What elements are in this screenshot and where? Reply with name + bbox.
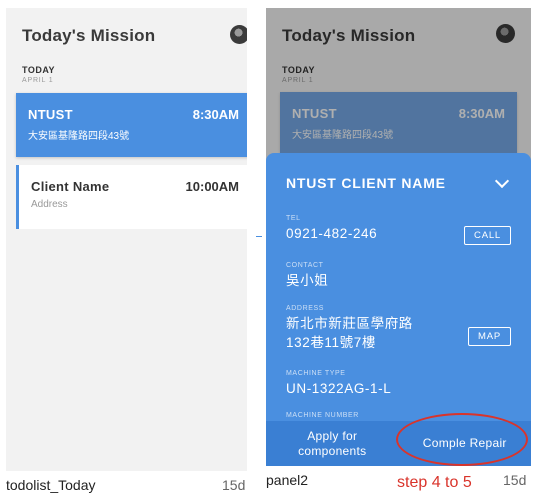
machine-type-label: MACHINE TYPE (286, 370, 346, 377)
flow-connector (256, 236, 262, 237)
machine-type-value: UN-1322AG-1-L (286, 381, 392, 396)
step-annotation: step 4 to 5 (397, 474, 472, 491)
apply-label-line2: components (298, 443, 367, 458)
contact-value: 吳小姐 (286, 273, 329, 288)
screen-age-left: 15d (222, 477, 246, 493)
highlight-ellipse (396, 413, 528, 466)
panel-title: NTUST CLIENT NAME (286, 175, 446, 191)
address-label: ADDRESS (286, 305, 325, 312)
mission-client-name: NTUST (28, 107, 73, 122)
screen-age-right: 15d (503, 472, 527, 488)
mission-card-ntust[interactable]: NTUST 8:30AM 大安區基隆路四段43號 (16, 93, 247, 157)
panel-header[interactable]: NTUST CLIENT NAME (286, 173, 511, 191)
mission-address: 大安區基隆路四段43號 (28, 131, 130, 142)
tel-label: TEL (286, 215, 301, 222)
call-button[interactable]: CALL (464, 226, 511, 245)
page-title: Today's Mission (22, 26, 156, 45)
mission-address: Address (31, 199, 68, 210)
avatar[interactable] (230, 25, 247, 44)
mission-time: 8:30AM (192, 107, 239, 122)
machine-type-field: MACHINE TYPE UN-1322AG-1-L (286, 370, 511, 398)
date-label: APRIL 1 (22, 77, 54, 84)
todolist-today-screen: Today's Mission TODAY APRIL 1 NTUST 8:30… (6, 8, 247, 471)
map-button[interactable]: MAP (468, 327, 511, 346)
contact-label: CONTACT (286, 262, 324, 269)
mission-time: 10:00AM (185, 179, 239, 194)
apply-label-line1: Apply for (307, 428, 358, 443)
screen-caption-right: panel2 (266, 472, 309, 488)
apply-components-button[interactable]: Apply for components (266, 429, 399, 459)
address-field: ADDRESS 新北市新莊區學府路 132巷11號7樓 MAP (286, 305, 511, 352)
tel-field: TEL 0921-482-246 CALL (286, 215, 511, 245)
day-label: TODAY (22, 65, 56, 75)
chevron-down-icon[interactable] (494, 173, 510, 188)
mission-client-name: Client Name (31, 179, 110, 194)
mission-card-client[interactable]: Client Name 10:00AM Address (16, 165, 247, 229)
screen-caption-left: todolist_Today (6, 477, 96, 493)
contact-field: CONTACT 吳小姐 (286, 262, 511, 290)
panel2-screen: Today's Mission TODAY APRIL 1 NTUST 8:30… (266, 8, 531, 466)
